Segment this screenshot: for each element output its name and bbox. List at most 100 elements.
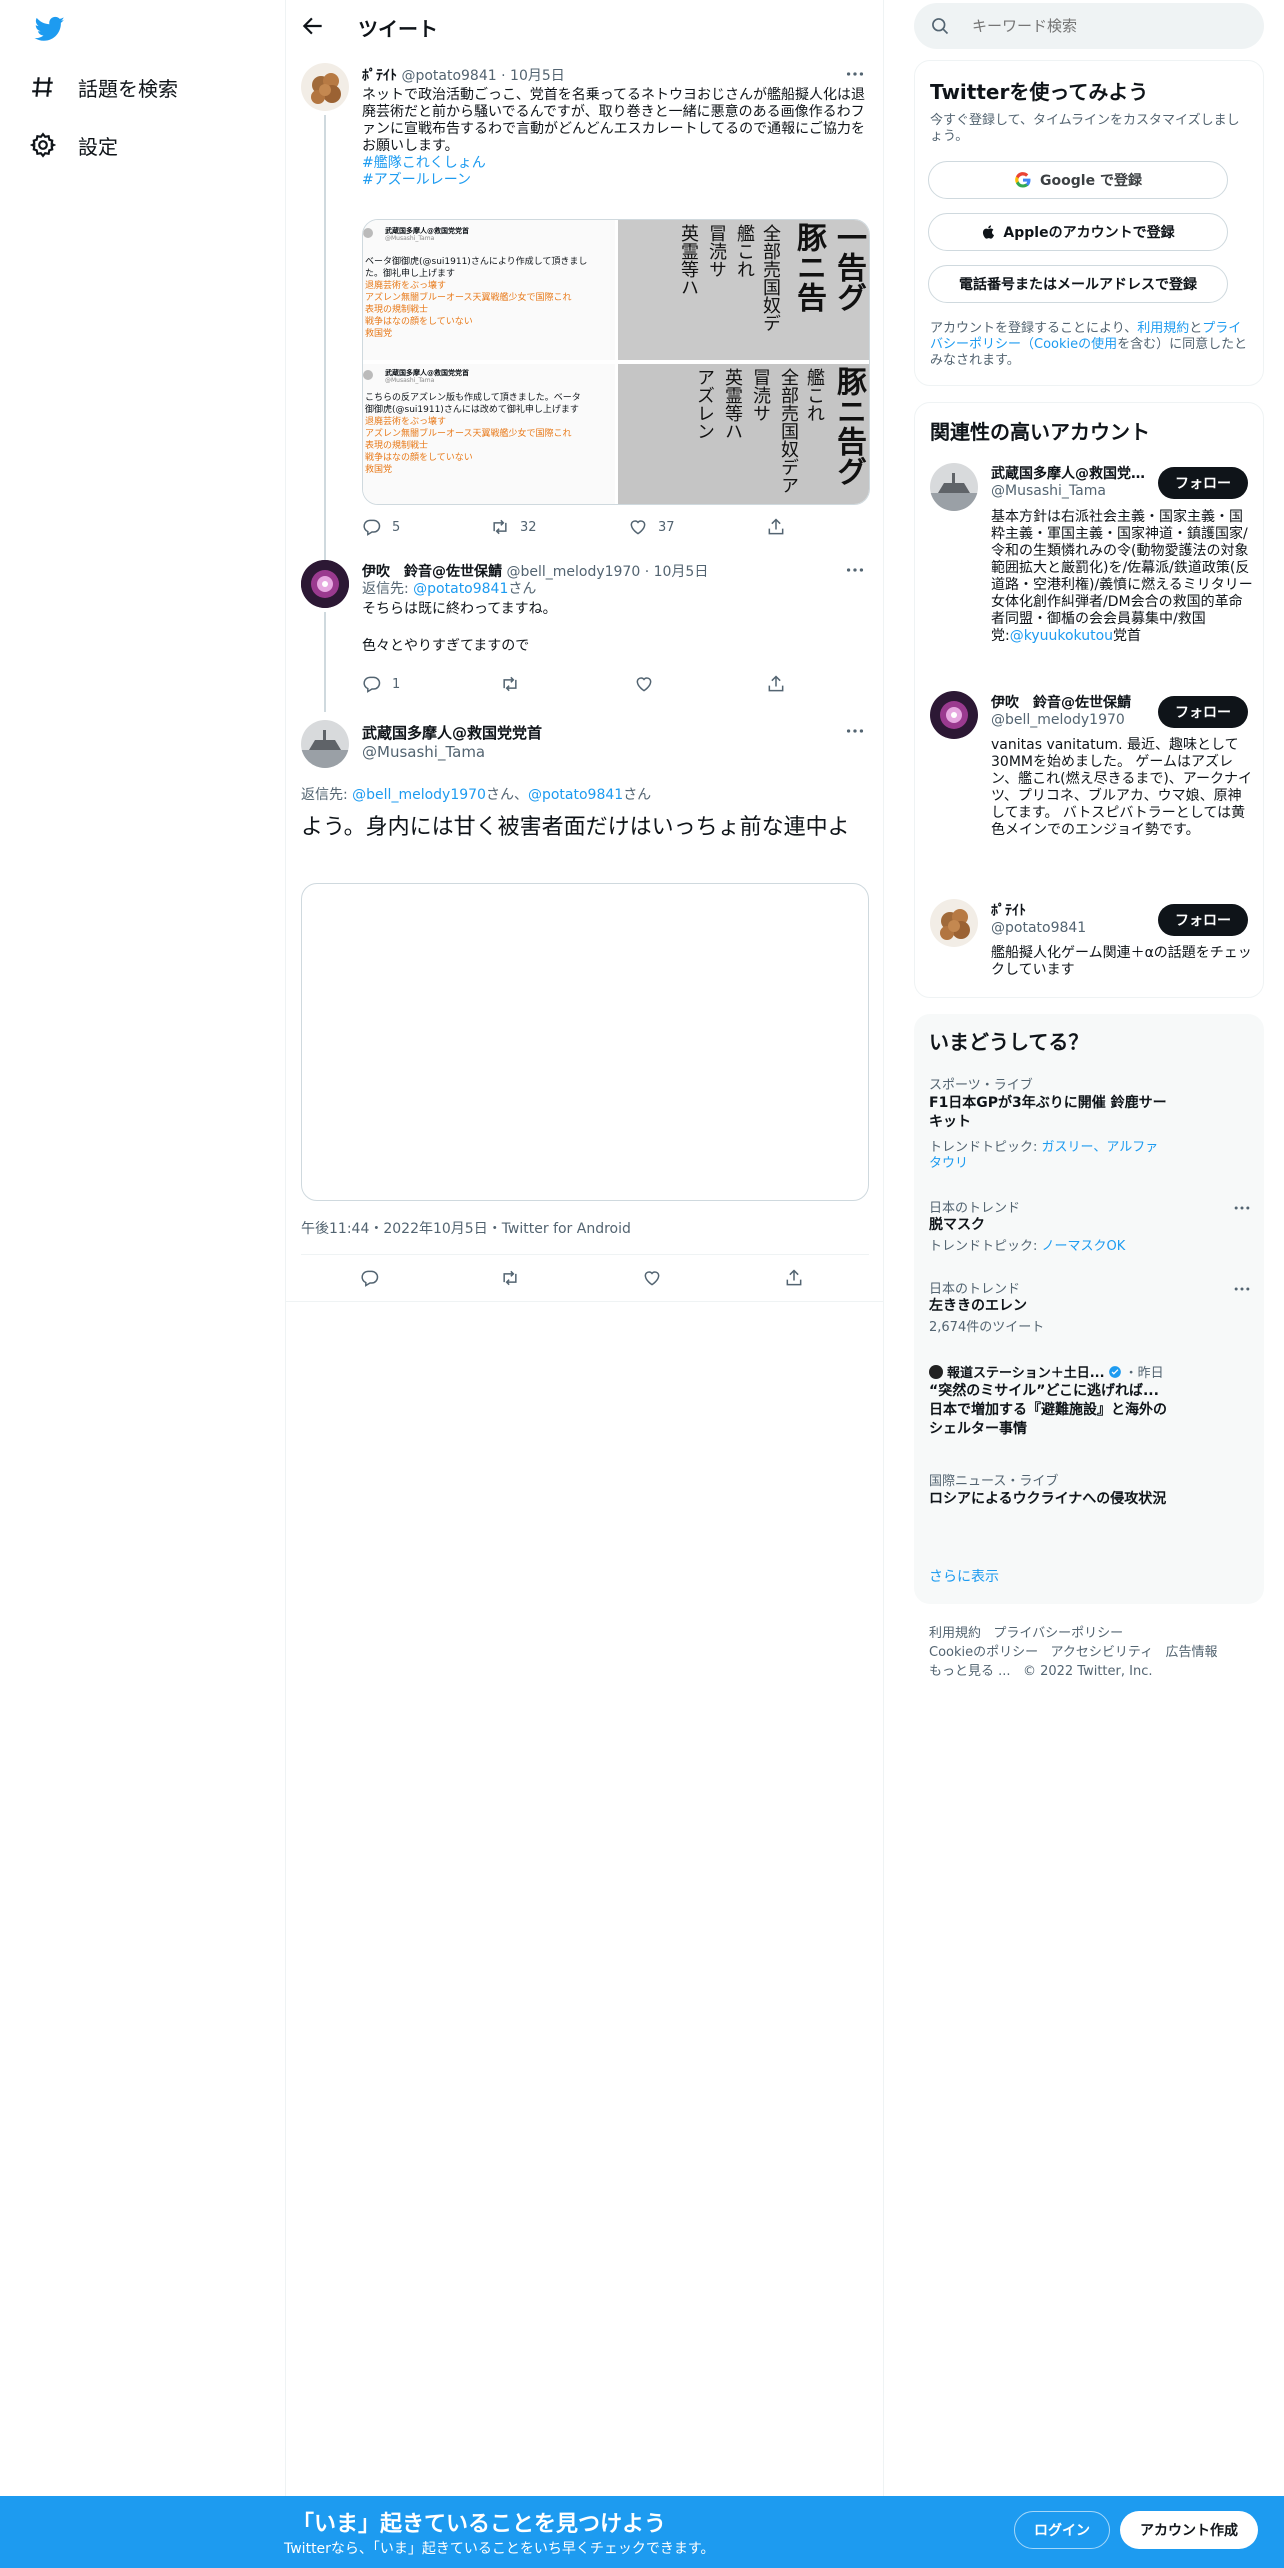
author-handle[interactable]: @Musashi_Tama bbox=[362, 743, 485, 761]
back-arrow-icon[interactable] bbox=[300, 13, 326, 39]
reply-to-link[interactable]: @potato9841 bbox=[528, 787, 623, 803]
like-button[interactable] bbox=[642, 1268, 672, 1288]
like-button[interactable] bbox=[634, 674, 664, 694]
screenshot-line: 退廃芸術をぶっ壊す bbox=[365, 281, 447, 291]
login-button[interactable]: ログイン bbox=[1014, 2511, 1110, 2549]
search-input[interactable] bbox=[972, 17, 1232, 35]
account-handle[interactable]: @bell_melody1970 bbox=[991, 712, 1125, 728]
signup-button[interactable]: アカウント作成 bbox=[1120, 2511, 1258, 2549]
follow-button[interactable]: フォロー bbox=[1158, 904, 1248, 936]
nav-settings[interactable]: 設定 bbox=[30, 125, 118, 165]
retweet-button[interactable] bbox=[500, 1268, 530, 1288]
retweet-button[interactable] bbox=[500, 674, 530, 694]
trend-meta: 日本のトレンド bbox=[929, 1201, 1021, 1216]
trend-name[interactable]: ロシアによるウクライナへの侵攻状況 bbox=[929, 1490, 1169, 1509]
google-signup-button[interactable]: Google で登録 bbox=[928, 161, 1228, 199]
tweet-header: ﾎﾟﾃｲﾄ @potato9841 · 10月5日 bbox=[362, 65, 565, 85]
apple-signup-button[interactable]: Appleのアカウントで登録 bbox=[928, 213, 1228, 251]
account-name[interactable]: 伊吹 鈴音@佐世保鯖 bbox=[991, 692, 1151, 712]
nav-explore[interactable]: 話題を検索 bbox=[30, 67, 178, 107]
thread-tweet-1[interactable]: ﾎﾟﾃｲﾄ @potato9841 · 10月5日 ネットで政治活動ごっこ、党首… bbox=[286, 53, 884, 560]
like-count: 37 bbox=[658, 519, 675, 535]
twitter-logo-icon[interactable] bbox=[33, 14, 67, 44]
author-handle[interactable]: @bell_melody1970 bbox=[506, 564, 640, 580]
author-name[interactable]: 伊吹 鈴音@佐世保鯖 bbox=[362, 564, 502, 580]
account-name[interactable]: 武蔵国多摩人@救国党党首 bbox=[991, 463, 1151, 483]
reply-button[interactable]: 1 bbox=[362, 674, 400, 694]
google-icon bbox=[1014, 171, 1032, 189]
retweet-icon bbox=[493, 519, 507, 535]
trend-topic-link[interactable]: ノーマスクOK bbox=[1042, 1239, 1126, 1254]
author-name[interactable]: ﾎﾟﾃｲﾄ bbox=[362, 68, 397, 84]
search-bar[interactable] bbox=[914, 3, 1264, 49]
follow-button[interactable]: フォロー bbox=[1158, 467, 1248, 499]
hashtag-link[interactable]: #アズールレーン bbox=[362, 172, 870, 189]
media-placeholder[interactable] bbox=[301, 883, 869, 1201]
poster-text-large: 豚ニ告 bbox=[791, 222, 826, 312]
share-button[interactable] bbox=[766, 674, 796, 694]
bottom-bar-title: 「いま」起きていることを見つけよう bbox=[292, 2512, 667, 2537]
more-options-icon[interactable] bbox=[844, 63, 866, 85]
footer-row: もっと見る ... © 2022 Twitter, Inc. bbox=[929, 1660, 1152, 1679]
reply-button[interactable] bbox=[360, 1268, 390, 1288]
avatar[interactable] bbox=[301, 560, 349, 608]
account-bio: 艦船擬人化ゲーム関連＋αの話題をチェックしています bbox=[991, 945, 1252, 978]
footer-privacy[interactable]: プライバシーポリシー bbox=[993, 1626, 1123, 1641]
share-button[interactable] bbox=[784, 1268, 814, 1288]
tweet-actions: 5 32 37 bbox=[362, 517, 796, 539]
avatar[interactable] bbox=[930, 691, 978, 739]
trend-name[interactable]: 左ききのエレン bbox=[929, 1297, 1027, 1316]
account-name[interactable]: ﾎﾟﾃｲﾄ bbox=[991, 900, 1151, 920]
share-button[interactable] bbox=[766, 517, 796, 537]
footer-more[interactable]: もっと見る ... bbox=[929, 1664, 1011, 1679]
show-more-link[interactable]: さらに表示 bbox=[929, 1566, 999, 1586]
tweet-media-grid[interactable]: 武蔵国多摩人@救国党党首 @Musashi_Tama ベータ御御虎(@sui19… bbox=[362, 219, 870, 505]
tweet-date[interactable]: 10月5日 bbox=[654, 564, 709, 580]
terms-link[interactable]: 利用規約 bbox=[1137, 321, 1189, 336]
author-handle[interactable]: @potato9841 bbox=[401, 68, 496, 84]
avatar[interactable] bbox=[301, 63, 349, 111]
trend-more-icon[interactable] bbox=[1232, 1279, 1252, 1299]
retweet-button[interactable]: 32 bbox=[490, 517, 537, 537]
account-handle[interactable]: @Musashi_Tama bbox=[991, 483, 1106, 499]
more-options-icon[interactable] bbox=[844, 559, 866, 581]
footer-ads[interactable]: 広告情報 bbox=[1166, 1645, 1218, 1660]
left-nav: 話題を検索 設定 bbox=[0, 0, 286, 2568]
footer-terms[interactable]: 利用規約 bbox=[929, 1626, 981, 1641]
footer-cookie[interactable]: Cookieのポリシー bbox=[929, 1645, 1038, 1660]
media-image-4[interactable]: 豚ニ告グ 艦これ 全部売国奴デア 冒涜サ 英霊等ハ アズレン bbox=[618, 364, 869, 504]
hashtag-link[interactable]: #艦隊これくしょん bbox=[362, 155, 870, 172]
avatar[interactable] bbox=[930, 463, 978, 511]
avatar[interactable] bbox=[301, 720, 349, 768]
poster-text: 冒涜サ bbox=[750, 368, 771, 422]
trend-name[interactable]: F1日本GPが3年ぶりに開催 鈴鹿サーキット bbox=[929, 1094, 1169, 1132]
reply-button[interactable]: 5 bbox=[362, 517, 400, 537]
thread-tweet-2[interactable]: 伊吹 鈴音@佐世保鯖 @bell_melody1970 · 10月5日 返信先:… bbox=[286, 550, 884, 712]
like-button[interactable]: 37 bbox=[628, 517, 675, 537]
tweet-body-text: ネットで政治活動ごっこ、党首を名乗ってるネトウヨおじさんが艦船擬人化は退廃芸術だ… bbox=[362, 87, 866, 154]
trend-more-icon[interactable] bbox=[1232, 1198, 1252, 1218]
reply-suffix: さん bbox=[623, 787, 652, 803]
reply-to-link[interactable]: @bell_melody1970 bbox=[352, 787, 486, 803]
tweet-meta[interactable]: 午後11:44・2022年10月5日・Twitter for Android bbox=[301, 1218, 631, 1238]
poster-text: 全部売国奴デア bbox=[778, 368, 799, 494]
media-image-2[interactable]: 一告グ 豚ニ告 全部売国奴デ 艦これ 冒涜サ 英霊等ハ bbox=[618, 220, 869, 362]
more-options-icon[interactable] bbox=[844, 720, 866, 742]
phone-email-signup-button[interactable]: 電話番号またはメールアドレスで登録 bbox=[928, 265, 1228, 303]
trend-name[interactable]: 脱マスク bbox=[929, 1216, 985, 1235]
avatar[interactable] bbox=[930, 899, 978, 947]
tweet-line: 色々とやりすぎてますので bbox=[362, 638, 530, 654]
legal-text: と bbox=[1189, 321, 1203, 336]
poster-text-large: 一告グ bbox=[831, 222, 866, 312]
bio-link[interactable]: @kyuukokutou bbox=[1010, 628, 1113, 644]
author-name[interactable]: 武蔵国多摩人@救国党党首 bbox=[362, 722, 542, 743]
footer-accessibility[interactable]: アクセシビリティ bbox=[1051, 1645, 1154, 1660]
news-headline[interactable]: “突然のミサイル”どこに逃げれば... 日本で増加する『避難施設』と海外のシェル… bbox=[929, 1382, 1169, 1439]
media-image-3[interactable]: 武蔵国多摩人@救国党党首 @Musashi_Tama こちらの反アズレン版も作成… bbox=[363, 364, 616, 504]
reply-suffix: さん bbox=[508, 581, 537, 597]
tweet-date[interactable]: 10月5日 bbox=[510, 68, 565, 84]
account-handle[interactable]: @potato9841 bbox=[991, 920, 1086, 936]
follow-button[interactable]: フォロー bbox=[1158, 696, 1248, 728]
media-image-1[interactable]: 武蔵国多摩人@救国党党首 @Musashi_Tama ベータ御御虎(@sui19… bbox=[363, 220, 616, 362]
reply-to-link[interactable]: @potato9841 bbox=[413, 581, 508, 597]
